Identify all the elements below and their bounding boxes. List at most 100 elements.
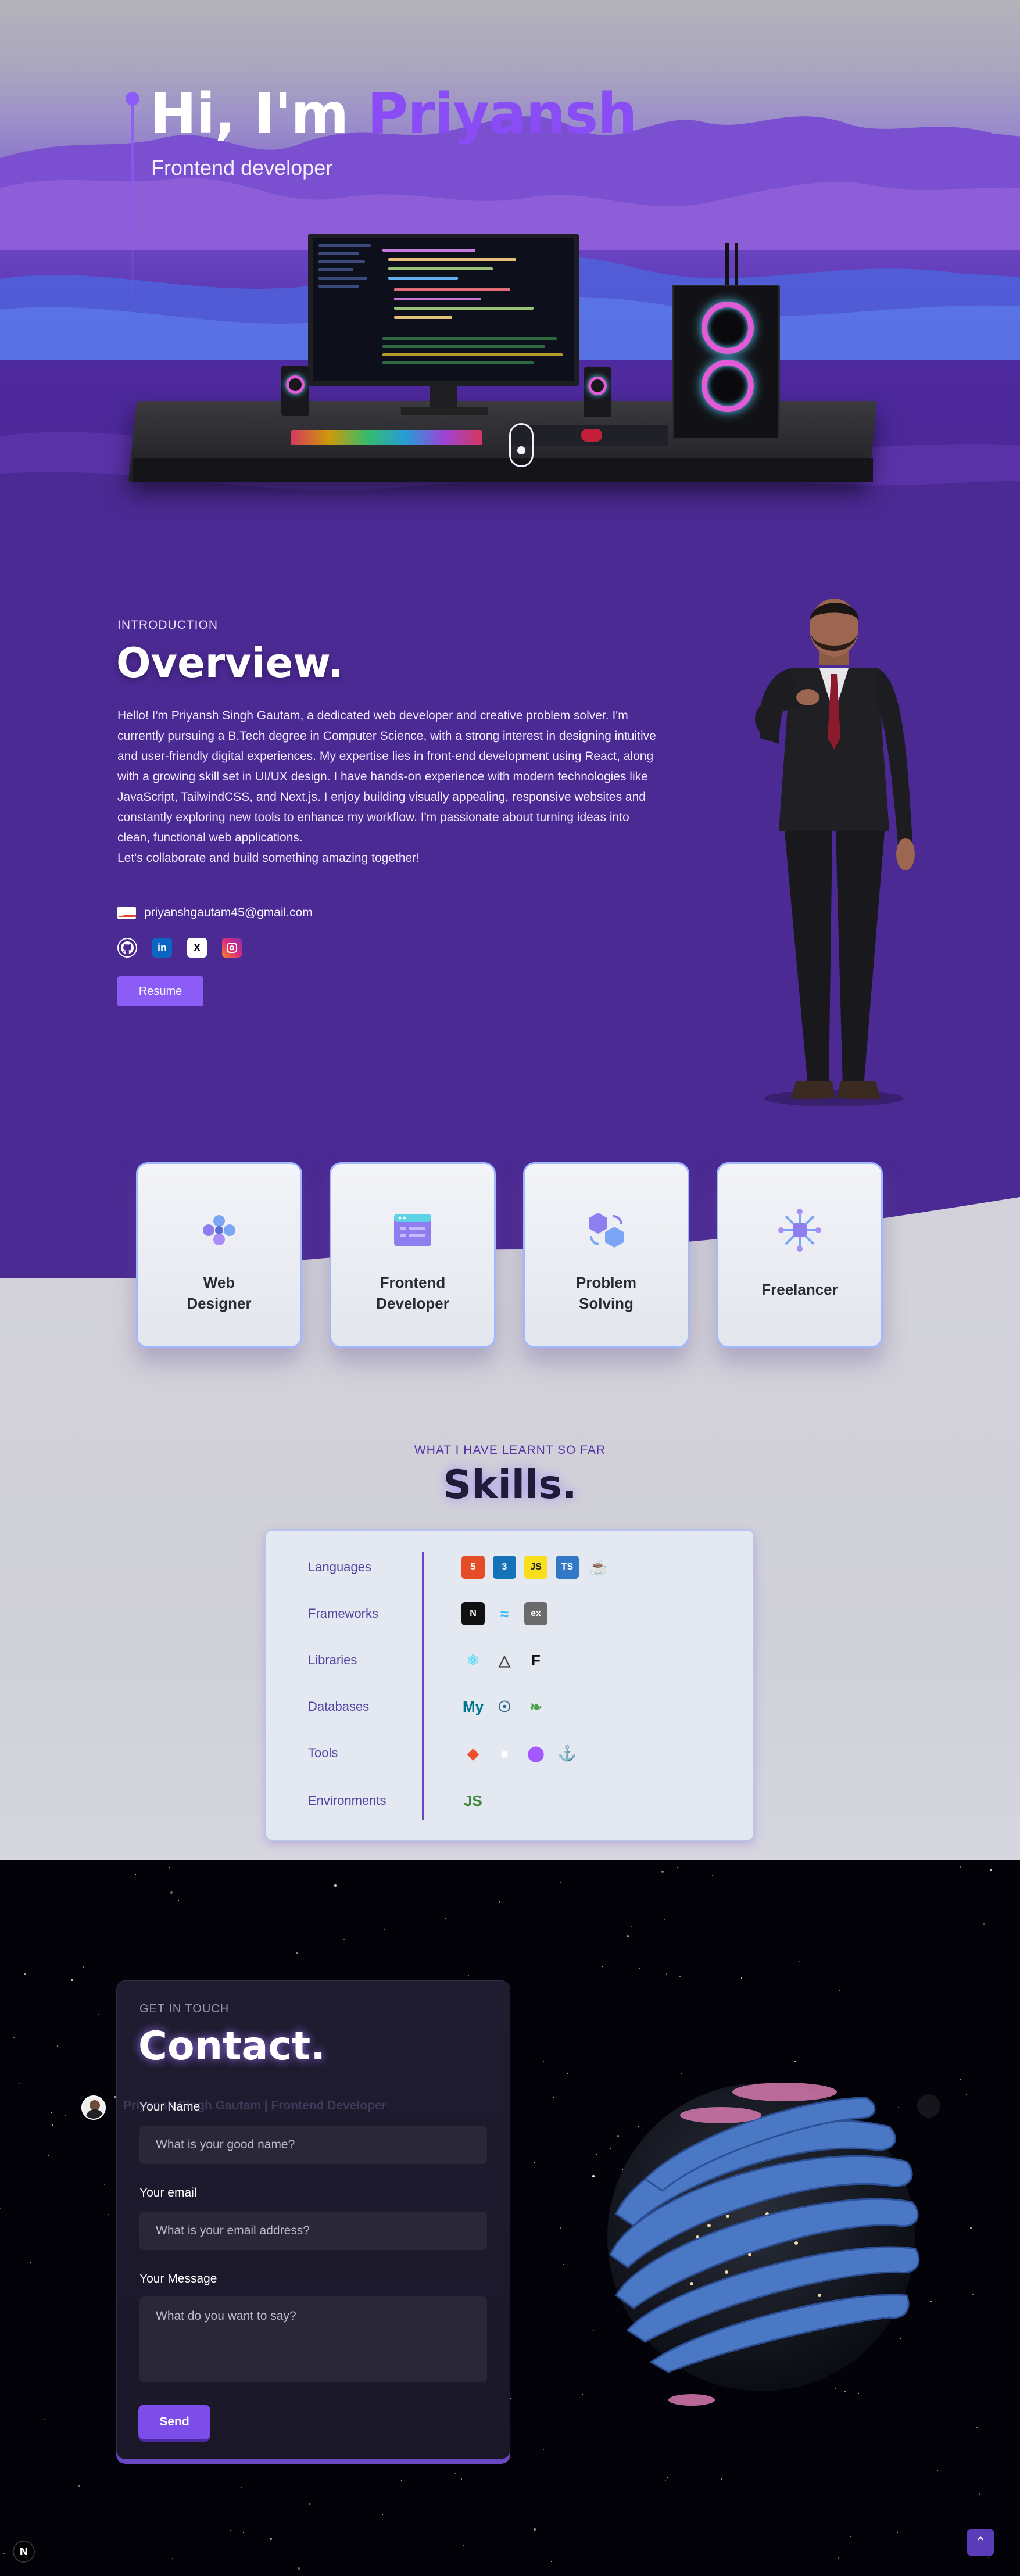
star bbox=[454, 2473, 456, 2474]
star bbox=[602, 1966, 603, 1967]
star bbox=[169, 1867, 170, 1868]
scroll-indicator[interactable] bbox=[509, 423, 534, 467]
star bbox=[665, 2480, 666, 2481]
pc-tower bbox=[672, 285, 780, 439]
star bbox=[679, 1976, 681, 1977]
star bbox=[24, 1973, 26, 1975]
star bbox=[839, 1990, 840, 1991]
email-input[interactable] bbox=[139, 2212, 487, 2250]
star bbox=[543, 2449, 544, 2450]
star bbox=[712, 1875, 713, 1876]
name-input[interactable] bbox=[139, 2126, 487, 2164]
star bbox=[667, 2477, 668, 2478]
service-label-line: Developer bbox=[376, 1295, 449, 1312]
email-link[interactable]: priyanshgautam45@gmail.com bbox=[117, 903, 313, 923]
star bbox=[631, 1926, 632, 1927]
star bbox=[461, 2478, 462, 2480]
postgresql-icon: ☉ bbox=[498, 1697, 511, 1715]
skill-row-libraries: Libraries ⚛ △ F bbox=[308, 1646, 541, 1675]
star bbox=[468, 1975, 469, 1976]
star bbox=[445, 1918, 446, 1919]
star bbox=[98, 2014, 99, 2015]
navbar-brand[interactable]: Priyansh Singh Gautam | Frontend Develop… bbox=[123, 2099, 386, 2113]
star bbox=[243, 2532, 244, 2533]
skill-category-label: Libraries bbox=[308, 1653, 357, 1667]
mouse-model bbox=[581, 429, 602, 442]
keyboard-model bbox=[291, 430, 482, 445]
html5-icon: 5 bbox=[461, 1556, 485, 1579]
star bbox=[44, 2419, 45, 2420]
tailwind-icon: ≈ bbox=[500, 1604, 509, 1622]
star bbox=[3, 2553, 5, 2554]
star bbox=[19, 2083, 20, 2084]
star bbox=[563, 2264, 564, 2265]
skill-icons: ◆ ● ⬤ ⚓ bbox=[461, 1742, 579, 1765]
x-icon[interactable]: X bbox=[187, 938, 207, 958]
nextjs-badge-icon[interactable]: N bbox=[13, 2541, 35, 2563]
star bbox=[120, 2459, 121, 2460]
star bbox=[309, 2503, 310, 2505]
star bbox=[560, 2227, 561, 2229]
star bbox=[296, 1952, 298, 1954]
instagram-icon[interactable] bbox=[222, 938, 242, 958]
service-card-problem-solving: Problem Solving bbox=[523, 1162, 689, 1348]
message-textarea[interactable] bbox=[139, 2296, 487, 2382]
social-links: in X bbox=[117, 938, 242, 958]
skill-row-languages: Languages 5 3 JS TS ☕ bbox=[308, 1553, 608, 1582]
message-label: Your Message bbox=[139, 2272, 217, 2285]
star bbox=[960, 1866, 961, 1868]
star bbox=[983, 1923, 985, 1925]
star bbox=[664, 1919, 665, 1920]
hero-accent-line bbox=[131, 100, 134, 309]
star bbox=[979, 2493, 980, 2495]
star bbox=[71, 1979, 73, 1981]
skills-divider bbox=[422, 1552, 424, 1820]
skill-category-label: Databases bbox=[308, 1699, 370, 1714]
skill-icons: 5 3 JS TS ☕ bbox=[461, 1556, 610, 1579]
github-icon[interactable] bbox=[117, 938, 137, 958]
skill-icons: My ☉ ❧ bbox=[461, 1695, 547, 1718]
linkedin-icon[interactable]: in bbox=[152, 938, 172, 958]
service-label: Problem Solving bbox=[576, 1272, 636, 1314]
back-to-top-button[interactable]: ⌃ bbox=[967, 2529, 994, 2556]
skills-title: Skills. bbox=[443, 1462, 577, 1508]
avatar-figure bbox=[755, 599, 915, 1106]
star bbox=[560, 1882, 561, 1883]
speaker-right bbox=[584, 367, 611, 417]
skill-row-environments: Environments JS bbox=[308, 1786, 482, 1815]
java-icon: ☕ bbox=[589, 1558, 609, 1576]
star bbox=[543, 2061, 544, 2062]
react-icon: ⚛ bbox=[466, 1651, 480, 1669]
service-card-freelancer: Freelancer bbox=[717, 1162, 883, 1348]
star bbox=[627, 1935, 629, 1937]
contact-title: Contact. bbox=[138, 2023, 326, 2069]
avatar[interactable] bbox=[81, 2095, 106, 2120]
star bbox=[639, 1968, 640, 1969]
hero-title: Hi, I'm Priyansh bbox=[150, 81, 637, 146]
freelancer-network-icon bbox=[778, 1208, 822, 1252]
resume-button[interactable]: Resume bbox=[117, 976, 203, 1006]
star bbox=[741, 1977, 742, 1979]
email-text[interactable]: priyanshgautam45@gmail.com bbox=[144, 906, 313, 920]
skill-row-frameworks: Frameworks N ≈ ex bbox=[308, 1599, 547, 1628]
service-label-line: Web bbox=[203, 1274, 235, 1291]
monitor-stand-base bbox=[401, 407, 488, 415]
javascript-icon: JS bbox=[524, 1556, 547, 1579]
service-label-line: Problem bbox=[575, 1274, 637, 1291]
browser-window-icon bbox=[391, 1208, 435, 1252]
star bbox=[135, 1874, 136, 1875]
service-label: Web Designer bbox=[187, 1272, 251, 1314]
overview-paragraph: Hello! I'm Priyansh Singh Gautam, a dedi… bbox=[117, 709, 656, 844]
star bbox=[270, 2538, 272, 2540]
skills-tag: WHAT I HAVE LEARNT SO FAR bbox=[414, 1443, 606, 1457]
star bbox=[48, 2155, 49, 2156]
overview-title: Overview. bbox=[116, 639, 344, 687]
star bbox=[838, 2557, 839, 2559]
hero-name: Priyansh bbox=[367, 81, 638, 146]
web-design-icon bbox=[197, 1208, 241, 1252]
star bbox=[510, 2398, 511, 2399]
send-button[interactable]: Send bbox=[138, 2405, 210, 2439]
overview-tag: INTRODUCTION bbox=[117, 618, 218, 632]
star bbox=[382, 2514, 383, 2515]
desk-front-edge bbox=[133, 458, 873, 482]
